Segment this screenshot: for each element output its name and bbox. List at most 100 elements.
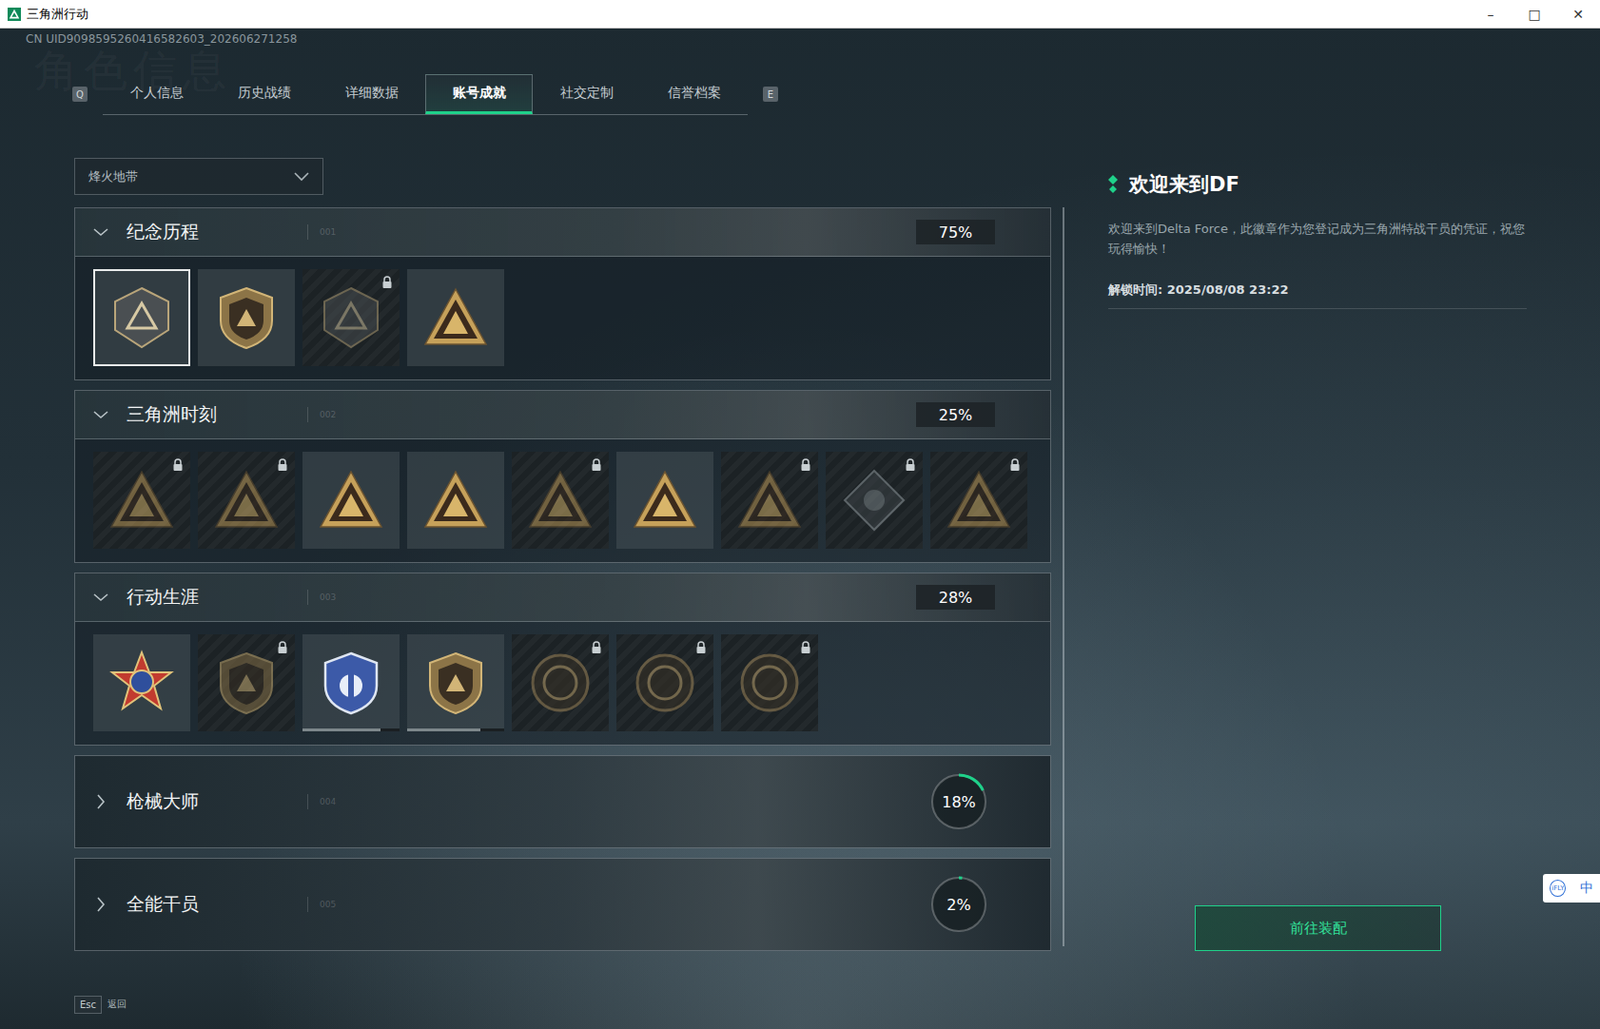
section-percent: 75% xyxy=(916,219,996,245)
badge-tile[interactable] xyxy=(721,634,819,732)
window-controls: –□✕ xyxy=(1468,0,1600,28)
mode-dropdown-value: 烽火地带 xyxy=(88,168,294,186)
section-header[interactable]: 枪械大师 004 18% xyxy=(75,756,1051,848)
section-header[interactable]: 纪念历程 001 75% xyxy=(75,208,1051,257)
section-separator xyxy=(307,794,309,810)
badge-tile[interactable] xyxy=(302,451,400,549)
badge-grid xyxy=(75,256,1051,380)
triangle-badge-icon xyxy=(317,467,385,534)
tab[interactable]: 信誉档案 xyxy=(640,74,748,115)
ime-indicator[interactable]: iFLY 中 xyxy=(1542,874,1600,903)
badge-tile[interactable] xyxy=(93,451,191,549)
badge-tile[interactable] xyxy=(302,634,400,732)
chevron-icon xyxy=(96,794,106,810)
section-list: 纪念历程 001 75% 三角洲时刻 002 25% 行动生涯 003 28% … xyxy=(74,207,1052,952)
badge-tile[interactable] xyxy=(302,269,400,367)
medal-badge-icon xyxy=(108,649,176,717)
badge-progress-bar xyxy=(302,728,400,732)
badge-tile[interactable] xyxy=(197,634,295,732)
section-percent: 2% xyxy=(928,874,990,936)
badge-progress-fill xyxy=(302,728,381,732)
section-separator xyxy=(307,224,309,240)
lock-icon xyxy=(800,458,812,472)
section-separator xyxy=(307,897,309,913)
go-equip-button[interactable]: 前往装配 xyxy=(1194,905,1442,952)
tab[interactable]: 个人信息 xyxy=(102,74,211,115)
tab[interactable]: 社交定制 xyxy=(532,74,641,115)
footer: Esc 返回 xyxy=(0,989,1600,1029)
mode-dropdown[interactable]: 烽火地带 xyxy=(74,157,324,196)
triangle-badge-icon xyxy=(213,467,280,534)
prev-tab-key[interactable]: Q xyxy=(72,86,88,102)
next-tab-key[interactable]: E xyxy=(762,86,779,102)
achievement-screen: 角色信息 CN UID9098595260416582603_202606271… xyxy=(0,28,1600,1029)
section-title: 枪械大师 xyxy=(126,789,289,815)
achievement-section: 枪械大师 004 18% xyxy=(74,755,1052,849)
section-title: 三角洲时刻 xyxy=(126,402,289,428)
main-area: 烽火地带 纪念历程 001 75% 三角洲时刻 002 25% 行动生涯 003… xyxy=(0,157,1600,952)
tab-bar: Q 个人信息历史战绩详细数据账号成就社交定制信誉档案 E xyxy=(0,74,1600,115)
section-percent: 18% xyxy=(928,771,990,833)
section-percent: 25% xyxy=(916,402,996,428)
section-index: 004 xyxy=(319,797,336,807)
scrollbar[interactable] xyxy=(1062,207,1065,947)
lock-icon xyxy=(800,641,812,655)
achievement-list-panel: 烽火地带 纪念历程 001 75% 三角洲时刻 002 25% 行动生涯 003… xyxy=(74,157,1052,952)
badge-tile[interactable] xyxy=(93,634,191,732)
lock-icon xyxy=(172,458,184,472)
badge-tile[interactable] xyxy=(721,451,819,549)
triangle-badge-icon xyxy=(108,467,176,534)
window-control-button[interactable]: □ xyxy=(1512,0,1557,28)
chevron-icon xyxy=(93,409,109,420)
back-label[interactable]: 返回 xyxy=(107,997,127,1012)
triangle-badge-icon xyxy=(422,284,489,352)
shield-badge-icon xyxy=(213,649,280,717)
section-progress-ring: 18% xyxy=(928,771,990,833)
section-title: 纪念历程 xyxy=(126,219,289,245)
section-header[interactable]: 三角洲时刻 002 25% xyxy=(75,390,1051,440)
badge-tile[interactable] xyxy=(407,451,505,549)
achievement-section: 全能干员 005 2% xyxy=(74,858,1052,952)
section-header[interactable]: 全能干员 005 2% xyxy=(75,858,1051,951)
tab[interactable]: 历史战绩 xyxy=(210,74,318,115)
section-title: 行动生涯 xyxy=(126,585,289,610)
lock-icon xyxy=(381,275,393,290)
lock-icon xyxy=(590,458,603,472)
badge-tile[interactable] xyxy=(930,451,1028,549)
badge-tile[interactable] xyxy=(616,451,714,549)
badge-tile[interactable] xyxy=(407,269,505,367)
badge-tile[interactable] xyxy=(197,451,295,549)
divider xyxy=(1108,308,1527,310)
section-separator xyxy=(307,407,309,423)
section-progress-ring: 2% xyxy=(928,874,990,936)
hex-badge-icon xyxy=(108,284,176,352)
badge-tile[interactable] xyxy=(825,451,923,549)
badge-tile[interactable] xyxy=(93,269,191,367)
chevron-icon xyxy=(93,592,109,603)
esc-key[interactable]: Esc xyxy=(74,995,102,1015)
badge-tile[interactable] xyxy=(511,634,609,732)
ime-mode: 中 xyxy=(1580,879,1594,898)
badge-tile[interactable] xyxy=(197,269,295,367)
badge-tile[interactable] xyxy=(616,634,714,732)
badge-grid xyxy=(75,622,1051,745)
lock-icon xyxy=(1009,458,1021,472)
shield-badge-icon xyxy=(213,284,280,352)
lock-icon xyxy=(276,641,289,655)
section-index: 005 xyxy=(319,899,336,910)
title-bar: 三角洲行动 –□✕ xyxy=(0,0,1600,29)
window-control-button[interactable]: ✕ xyxy=(1556,0,1600,28)
window-control-button[interactable]: – xyxy=(1468,0,1513,28)
diamond-badge-icon xyxy=(840,467,908,534)
badge-tile[interactable] xyxy=(511,451,609,549)
tab[interactable]: 账号成就 xyxy=(425,74,533,115)
tab[interactable]: 详细数据 xyxy=(317,74,426,115)
badge-tile[interactable] xyxy=(407,634,505,732)
badge-progress-bar xyxy=(407,728,505,732)
badge-grid xyxy=(75,439,1051,563)
shield-badge-icon xyxy=(422,649,489,717)
blue-shield-badge-icon xyxy=(317,649,385,717)
chevron-icon xyxy=(93,227,109,237)
hex-badge-icon xyxy=(317,284,385,352)
section-header[interactable]: 行动生涯 003 28% xyxy=(75,573,1051,623)
